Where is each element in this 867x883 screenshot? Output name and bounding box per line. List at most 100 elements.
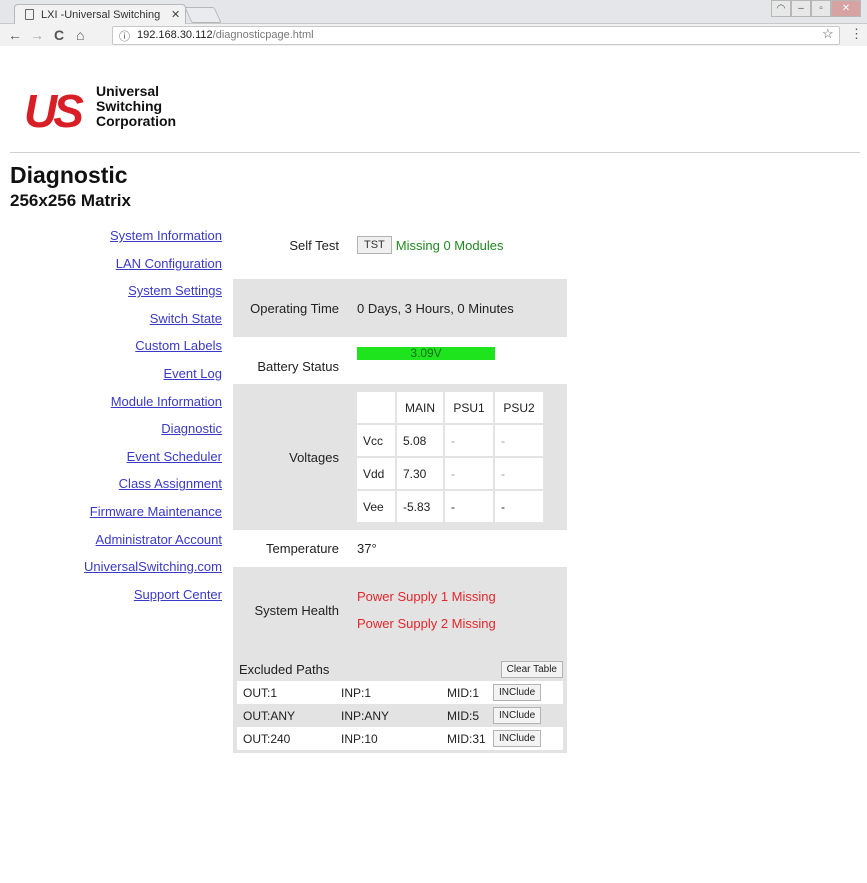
voltages-header-row: MAIN PSU1 PSU2 <box>357 392 543 423</box>
operating-time-label: Operating Time <box>250 300 339 316</box>
side-navigation: System Information LAN Configuration Sys… <box>30 228 222 614</box>
maximize-icon[interactable]: ▫ <box>811 0 831 17</box>
voltages-header-main: MAIN <box>397 392 443 423</box>
nav-switch-state[interactable]: Switch State <box>30 311 222 339</box>
excluded-inp: INP:1 <box>341 685 372 700</box>
health-message: Power Supply 2 Missing <box>357 616 496 631</box>
back-icon[interactable]: ← <box>8 26 22 44</box>
nav-system-settings[interactable]: System Settings <box>30 283 222 311</box>
nav-class-assignment[interactable]: Class Assignment <box>30 476 222 504</box>
excluded-path-row: OUT:240 INP:10 MID:31 INClude <box>237 727 563 750</box>
nav-administrator-account[interactable]: Administrator Account <box>30 532 222 560</box>
operating-time-row: Operating Time 0 Days, 3 Hours, 0 Minute… <box>233 279 567 337</box>
nav-module-information[interactable]: Module Information <box>30 394 222 422</box>
logo-line-1: Universal <box>96 83 160 99</box>
tab-title: LXI -Universal Switching <box>41 9 161 21</box>
excluded-out: OUT:1 <box>243 685 278 700</box>
nav-lan-configuration[interactable]: LAN Configuration <box>30 256 222 284</box>
page-icon <box>25 9 34 20</box>
excluded-path-row: OUT:ANY INP:ANY MID:5 INClude <box>237 704 563 727</box>
logo-mark: US <box>24 85 84 137</box>
excluded-paths-panel: Excluded Paths Clear Table OUT:1 INP:1 M… <box>233 653 567 753</box>
voltages-header-psu1: PSU1 <box>445 392 493 423</box>
new-tab-button[interactable] <box>184 7 222 23</box>
excluded-path-row: OUT:1 INP:1 MID:1 INClude <box>237 681 563 704</box>
battery-row: Battery Status 3.09V <box>233 337 567 384</box>
voltage-psu2: - <box>495 458 543 489</box>
home-icon[interactable]: ⌂ <box>76 26 84 44</box>
temperature-value: 37° <box>357 541 377 556</box>
battery-label: Battery Status <box>257 359 339 374</box>
nav-system-information[interactable]: System Information <box>30 228 222 256</box>
logo-line-2: Switching <box>96 98 163 114</box>
include-button[interactable]: INClude <box>493 707 542 724</box>
voltage-psu1: - <box>445 491 493 522</box>
tab-strip: LXI -Universal Switching ✕ ◠ – ▫ ✕ <box>0 0 867 25</box>
system-health-label: System Health <box>254 602 339 618</box>
excluded-paths-title: Excluded Paths <box>239 661 330 677</box>
battery-value: 3.09V <box>349 337 567 384</box>
include-button[interactable]: INClude <box>493 730 542 747</box>
self-test-button[interactable]: TST <box>357 236 392 254</box>
voltages-header-blank <box>357 392 395 423</box>
excluded-inp: INP:10 <box>341 731 378 746</box>
clear-table-button[interactable]: Clear Table <box>500 660 563 678</box>
self-test-row: Self Test TST Missing 0 Modules <box>233 228 567 262</box>
nav-custom-labels[interactable]: Custom Labels <box>30 338 222 366</box>
system-health-row: System Health Power Supply 1 Missing Pow… <box>233 567 567 653</box>
close-tab-icon[interactable]: ✕ <box>171 8 180 21</box>
voltage-psu2: - <box>495 491 543 522</box>
system-health-value: Power Supply 1 Missing Power Supply 2 Mi… <box>349 567 567 653</box>
url-text: 192.168.30.112/diagnosticpage.html <box>137 29 314 41</box>
voltage-row-vcc: Vcc 5.08 - - <box>357 425 543 456</box>
voltage-name: Vdd <box>357 458 395 489</box>
voltages-label: Voltages <box>289 449 339 465</box>
forward-icon[interactable]: → <box>30 26 44 44</box>
voltage-psu2: - <box>495 425 543 456</box>
browser-chrome: LXI -Universal Switching ✕ ◠ – ▫ ✕ ← → C… <box>0 0 867 46</box>
address-bar[interactable]: ⓘ 192.168.30.112/diagnosticpage.html <box>112 26 840 45</box>
voltage-psu1: - <box>445 458 493 489</box>
nav-support-center[interactable]: Support Center <box>30 587 222 615</box>
excluded-paths-header: Excluded Paths Clear Table <box>237 657 563 681</box>
page-title: Diagnostic <box>10 162 128 188</box>
browser-tab[interactable]: LXI -Universal Switching ✕ <box>14 4 186 25</box>
nav-event-scheduler[interactable]: Event Scheduler <box>30 449 222 477</box>
include-button[interactable]: INClude <box>493 684 542 701</box>
voltage-main: 5.08 <box>397 425 443 456</box>
page-subtitle: 256x256 Matrix <box>10 191 131 210</box>
minimize-icon[interactable]: – <box>791 0 811 17</box>
operating-time-value: 0 Days, 3 Hours, 0 Minutes <box>357 300 514 316</box>
voltage-name: Vcc <box>357 425 395 456</box>
company-logo: US Universal Switching Corporation <box>24 84 184 140</box>
temperature-label: Temperature <box>266 541 339 556</box>
url-path: /diagnosticpage.html <box>212 29 314 41</box>
logo-text: Universal Switching Corporation <box>96 84 176 129</box>
voltage-psu1: - <box>445 425 493 456</box>
health-message: Power Supply 1 Missing <box>357 589 496 604</box>
menu-icon[interactable]: ⋮ <box>850 26 863 42</box>
info-icon[interactable]: ⓘ <box>119 28 130 44</box>
voltage-name: Vee <box>357 491 395 522</box>
nav-universalswitching-link[interactable]: UniversalSwitching.com <box>30 559 222 587</box>
browser-toolbar: ← → C ⌂ ⓘ 192.168.30.112/diagnosticpage.… <box>0 24 867 46</box>
window-controls: ◠ – ▫ ✕ <box>771 0 861 18</box>
excluded-mid: MID:31 <box>447 731 486 746</box>
voltages-value: MAIN PSU1 PSU2 Vcc 5.08 - - Vdd 7.30 - - <box>349 384 567 530</box>
close-window-icon[interactable]: ✕ <box>831 0 861 17</box>
nav-firmware-maintenance[interactable]: Firmware Maintenance <box>30 504 222 532</box>
header-divider <box>10 152 860 153</box>
excluded-out: OUT:240 <box>243 731 291 746</box>
bookmark-star-icon[interactable]: ☆ <box>822 26 834 42</box>
logo-line-3: Corporation <box>96 113 177 129</box>
voltage-main: -5.83 <box>397 491 443 522</box>
excluded-out: OUT:ANY <box>243 708 296 723</box>
nav-diagnostic[interactable]: Diagnostic <box>30 421 222 449</box>
self-test-status: Missing 0 Modules <box>395 237 504 253</box>
diagnostic-panel: Self Test TST Missing 0 Modules Operatin… <box>233 228 567 753</box>
voltages-row: Voltages MAIN PSU1 PSU2 Vcc 5.08 - - Vdd… <box>233 384 567 530</box>
nav-event-log[interactable]: Event Log <box>30 366 222 394</box>
reload-icon[interactable]: C <box>54 26 64 44</box>
excluded-inp: INP:ANY <box>341 708 390 723</box>
user-icon[interactable]: ◠ <box>771 0 791 17</box>
